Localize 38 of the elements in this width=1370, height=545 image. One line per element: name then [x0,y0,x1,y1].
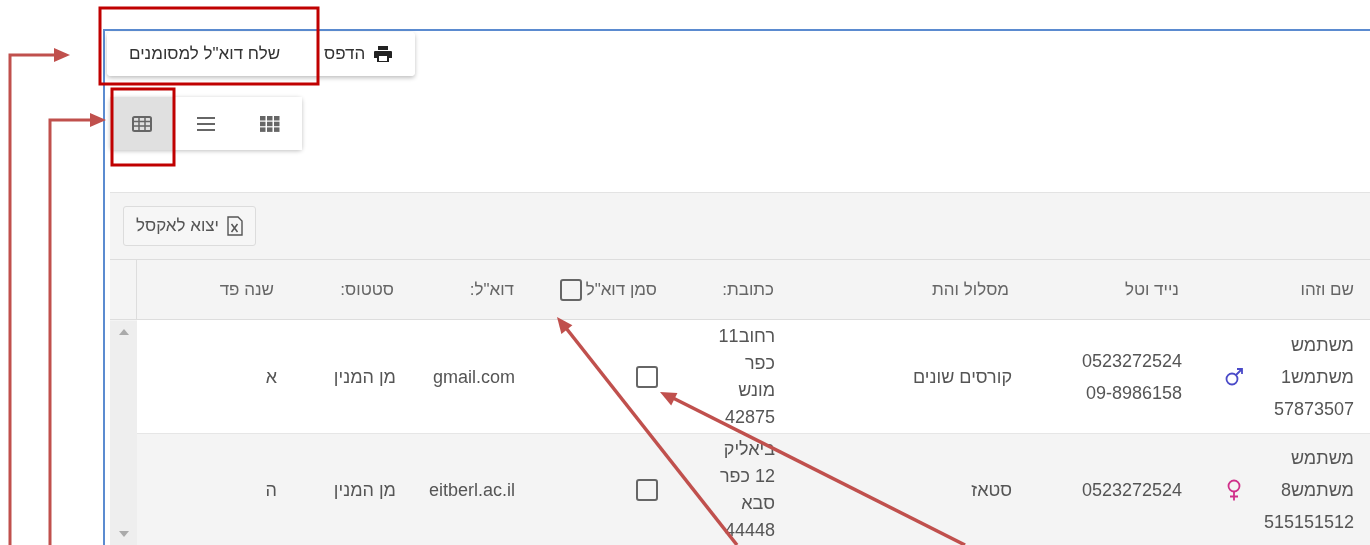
column-header: דוא"ל: [469,278,514,301]
checkbox[interactable] [559,278,582,301]
table-cell-text: רחוב11 כפר מונש 42875 [717,324,775,429]
table-cell-text: א [265,365,277,389]
print-button[interactable]: הדפס [302,32,416,76]
grid-icon [260,115,280,132]
table-cell-text: 09-8986158 [1085,381,1182,405]
printer-icon [373,45,394,63]
column-header: מסלול והת [932,278,1009,301]
table-icon [132,115,152,132]
table-cell-text: 0523272524 [1081,479,1182,502]
table-cell-text: משתמש משתמש1 57873507 [1272,333,1354,421]
table-cell-text: 0523272524 [1081,349,1182,373]
table-cell-text: מן המנין [333,479,396,502]
checkbox[interactable] [636,479,658,501]
column-header: שם וזהו [1300,278,1354,301]
view-toggle[interactable] [174,97,238,150]
table-cell-text: קורסים שונים [912,365,1012,389]
table-cell-text: ביאליק 12 כפר סבא 44448 [718,438,775,542]
view-toggle[interactable] [110,97,174,150]
list-icon [196,115,216,132]
checkbox[interactable] [636,365,658,388]
table-cell-text: ה [265,479,277,502]
column-header: סטטוס: [340,278,394,301]
column-header: כתובת: [722,278,774,301]
male-symbol-icon [1224,366,1244,387]
column-header: נייד וטל [1124,278,1179,301]
excel-file-icon [227,216,244,236]
table-cell-text: מן המנין [333,365,396,389]
table-cell-text: eitberl.ac.il [428,479,515,502]
view-toggle[interactable] [238,97,302,150]
table-cell-text: משתמש משתמש8 515151512 [1262,447,1354,534]
table-cell-text: gmail.com [432,365,515,389]
send-email-button[interactable]: שלח דוא"ל למסומנים [107,32,303,76]
table-cell-text: סטאז [971,479,1012,502]
column-header: סמן דוא"ל [585,278,657,301]
column-header: שנה פד [219,278,274,301]
export-excel-button[interactable]: יצוא לאקסל [123,206,257,246]
